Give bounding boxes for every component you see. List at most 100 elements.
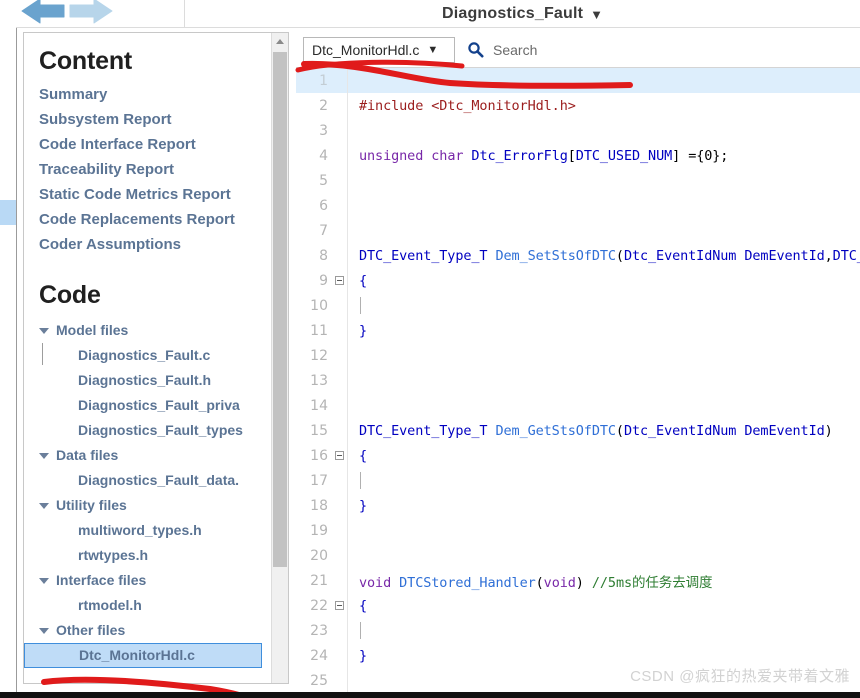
line-number: 10 — [310, 297, 328, 314]
line-number: 4 — [319, 147, 328, 164]
code-line[interactable]: 5 — [296, 168, 860, 193]
toc-link-summary[interactable]: Summary — [39, 82, 272, 107]
code-line-text: } — [348, 648, 367, 664]
code-line[interactable]: 19 — [296, 518, 860, 543]
tree-group-label: Utility files — [56, 497, 127, 513]
gutter-divider — [347, 343, 348, 368]
line-number: 14 — [310, 397, 328, 414]
scroll-up-arrow-icon[interactable] — [272, 33, 288, 50]
code-line[interactable]: 17 — [296, 468, 860, 493]
code-line[interactable]: 1 — [296, 68, 860, 93]
background-strip-line: 标 — [0, 0, 16, 25]
sidebar-scrollbar-thumb[interactable] — [273, 52, 287, 567]
code-token-kw: unsigned — [359, 147, 424, 164]
code-line-text: { — [348, 448, 367, 464]
tree-group-data-files[interactable]: Data files — [39, 443, 272, 468]
background-strip-line: nd — [0, 300, 16, 325]
tree-file-diagnostics-fault-h[interactable]: Diagnostics_Fault.h — [39, 368, 272, 393]
tree-group-utility-files[interactable]: Utility files — [39, 493, 272, 518]
background-strip-line: nd — [0, 225, 16, 250]
line-number: 12 — [310, 347, 328, 364]
code-token-punc: , — [824, 247, 833, 264]
code-line[interactable]: 2 #include <Dtc_MonitorHdl.h> — [296, 93, 860, 118]
toc-link-traceability-report[interactable]: Traceability Report — [39, 157, 272, 182]
background-strip-line — [0, 500, 16, 525]
toc-link-code-replacements-report[interactable]: Code Replacements Report — [39, 207, 272, 232]
fold-box — [335, 451, 344, 460]
code-line[interactable]: 3 — [296, 118, 860, 143]
code-token-kw: char — [431, 147, 464, 164]
code-token-punc: [ — [567, 147, 576, 164]
fold-box — [335, 276, 344, 285]
triangle-down-icon — [39, 452, 49, 459]
code-line-text: DTC_Event_Type_T Dem_SetStsOfDTC(Dtc_Eve… — [348, 248, 860, 264]
code-line[interactable]: 15 DTC_Event_Type_T Dem_GetStsOfDTC(Dtc_E… — [296, 418, 860, 443]
tree-file-rtwtypes-h[interactable]: rtwtypes.h — [39, 543, 272, 568]
tree-file-diagnostics-fault-c[interactable]: Diagnostics_Fault.c — [39, 343, 272, 368]
file-select-dropdown[interactable]: Dtc_MonitorHdl.c ▼ — [303, 36, 455, 63]
tree-file-multiword-types-h[interactable]: multiword_types.h — [39, 518, 272, 543]
code-token-type: } — [359, 322, 368, 339]
tree-file-dtc-monitorhdl-c[interactable]: Dtc_MonitorHdl.c — [24, 643, 262, 668]
background-strip-line — [0, 375, 16, 400]
code-line[interactable]: 13 — [296, 368, 860, 393]
code-token-punc: ) — [824, 422, 833, 439]
code-token-type: DTC_Event_Type_T — [359, 422, 488, 439]
code-line[interactable]: 4 unsigned char Dtc_ErrorFlg[DTC_USED_NUM… — [296, 143, 860, 168]
code-line[interactable]: 14 — [296, 393, 860, 418]
code-line[interactable]: 22 { — [296, 593, 860, 618]
tree-group-interface-files[interactable]: Interface files — [39, 568, 272, 593]
code-line[interactable]: 6 — [296, 193, 860, 218]
chevron-down-icon[interactable]: ▼ — [590, 7, 603, 22]
document-title-bar[interactable]: Diagnostics_Fault ▼ — [184, 0, 860, 28]
code-line[interactable]: 16 { — [296, 443, 860, 468]
fold-collapse-icon[interactable] — [332, 601, 347, 610]
code-token-type: DTC_Event_Type_T — [359, 247, 488, 264]
search-input[interactable] — [491, 40, 791, 59]
code-line[interactable]: 10 — [296, 293, 860, 318]
navigation-arrows — [20, 0, 116, 28]
code-token-punc: ( — [615, 422, 624, 439]
code-viewer-panel: Dtc_MonitorHdl.c ▼ 12#include <Dtc_Monit… — [296, 32, 860, 692]
fold-collapse-icon[interactable] — [332, 276, 347, 285]
code-token-type: } — [359, 647, 368, 664]
code-line[interactable]: 7 — [296, 218, 860, 243]
background-strip-line: nd — [0, 175, 16, 200]
toc-link-coder-assumptions[interactable]: Coder Assumptions — [39, 232, 272, 257]
code-line[interactable]: 18} — [296, 493, 860, 518]
tree-file-rtmodel-h[interactable]: rtmodel.h — [39, 593, 272, 618]
code-token-pre: #include <Dtc_MonitorHdl.h> — [359, 97, 576, 114]
code-editor-area[interactable]: 1 2 #include <Dtc_MonitorHdl.h> 3 4 unsigned … — [296, 68, 860, 692]
line-number: 19 — [310, 522, 328, 539]
tree-group-other-files[interactable]: Other files — [39, 618, 272, 643]
background-strip-line: - — [0, 475, 16, 500]
forward-arrow-icon[interactable] — [69, 0, 113, 24]
fold-collapse-icon[interactable] — [332, 451, 347, 460]
fold-box — [335, 601, 344, 610]
code-line[interactable]: 21 void DTCStored_Handler(void) //5ms的任务去… — [296, 568, 860, 593]
indent-guide — [360, 622, 361, 639]
code-line[interactable]: 9{ — [296, 268, 860, 293]
toc-list: Summary Subsystem Report Code Interface Re… — [39, 82, 272, 257]
back-arrow-icon[interactable] — [21, 0, 65, 24]
code-line[interactable]: 12 — [296, 343, 860, 368]
gutter-divider — [347, 293, 348, 318]
code-token-kw: void — [543, 574, 576, 591]
code-line[interactable]: 20 — [296, 543, 860, 568]
file-select-value: Dtc_MonitorHdl.c — [312, 41, 420, 58]
sidebar-scrollbar[interactable] — [271, 33, 288, 683]
toc-link-subsystem-report[interactable]: Subsystem Report — [39, 107, 272, 132]
code-line[interactable]: 23 — [296, 618, 860, 643]
tree-file-diagnostics-fault-priva[interactable]: Diagnostics_Fault_priva — [39, 393, 272, 418]
toc-link-static-code-metrics-report[interactable]: Static Code Metrics Report — [39, 182, 272, 207]
code-line[interactable]: 11} — [296, 318, 860, 343]
tree-group-model-files[interactable]: Model files — [39, 318, 272, 343]
code-line[interactable]: 8 DTC_Event_Type_T Dem_SetStsOfDTC(Dtc_Ev… — [296, 243, 860, 268]
tree-file-diagnostics-fault-data-[interactable]: Diagnostics_Fault_data. — [39, 468, 272, 493]
tree-file-diagnostics-fault-types[interactable]: Diagnostics_Fault_types — [39, 418, 272, 443]
code-line-text: } — [348, 498, 367, 514]
background-divider — [16, 0, 17, 698]
toc-link-code-interface-report[interactable]: Code Interface Report — [39, 132, 272, 157]
line-number: 15 — [310, 422, 328, 439]
